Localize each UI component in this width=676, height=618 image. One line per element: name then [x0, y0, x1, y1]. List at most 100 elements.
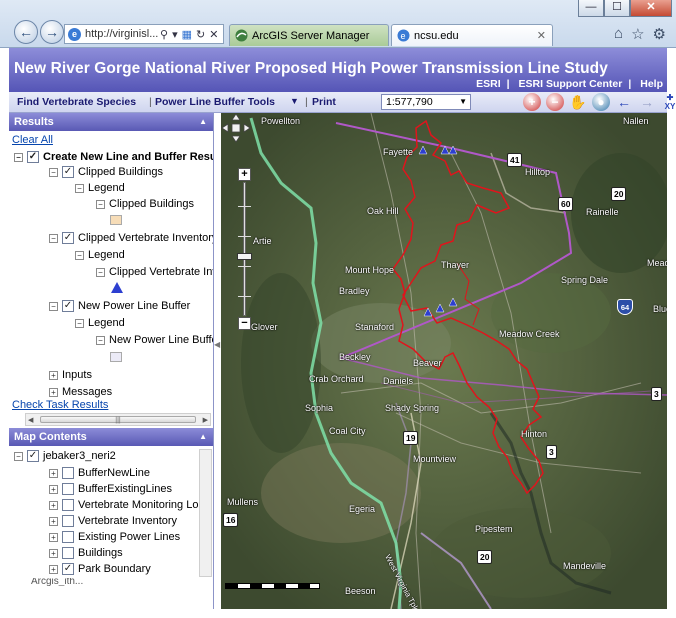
collapse-icon[interactable]: −	[75, 250, 84, 260]
next-extent-icon[interactable]: →	[638, 93, 656, 111]
legend-row[interactable]: − Legend	[75, 315, 125, 331]
collapse-icon[interactable]: −	[49, 167, 58, 177]
scroll-thumb[interactable]: |||	[40, 416, 196, 424]
layer-checkbox[interactable]	[62, 483, 74, 495]
expand-icon[interactable]: +	[49, 564, 58, 574]
clipped-buildings-checkbox[interactable]: ✓	[62, 166, 74, 178]
previous-extent-icon[interactable]: ←	[615, 93, 633, 111]
layer-checkbox[interactable]: ✓	[62, 563, 74, 575]
compat-view-icon[interactable]: ▦	[182, 28, 192, 41]
collapse-icon[interactable]: −	[96, 335, 105, 345]
expand-icon[interactable]: +	[49, 500, 58, 510]
zoom-thumb[interactable]	[237, 253, 252, 260]
forward-button[interactable]: →	[40, 20, 64, 44]
layer-row[interactable]: + Vertebrate Monitoring Loca	[49, 497, 210, 513]
find-vertebrate-menu[interactable]: Find Vertebrate Species	[17, 96, 136, 108]
zoom-in-icon[interactable]: +	[523, 93, 541, 111]
zoom-out-button[interactable]: −	[238, 317, 251, 330]
inputs-row[interactable]: + Inputs	[49, 367, 92, 383]
expand-icon[interactable]: +	[49, 516, 58, 526]
expand-icon[interactable]: +	[49, 468, 58, 478]
clipped-vertebrate-row[interactable]: − ✓ Clipped Vertebrate Inventory	[49, 230, 213, 246]
results-root-row[interactable]: − ✓ Create New Line and Buffer Resu	[14, 149, 213, 165]
collapse-icon[interactable]: −	[96, 267, 105, 277]
service-checkbox[interactable]: ✓	[27, 450, 39, 462]
map-contents-vertical-scrollbar[interactable]	[199, 449, 212, 577]
full-extent-icon[interactable]: ●	[592, 93, 610, 111]
check-task-results-link[interactable]: Check Task Results	[12, 399, 108, 411]
back-button[interactable]: ←	[14, 20, 38, 44]
maximize-button[interactable]: ☐	[604, 0, 630, 17]
legend-row[interactable]: − Legend	[75, 180, 125, 196]
service-row[interactable]: − ✓ jebaker3_neri2	[14, 448, 116, 464]
legend-row[interactable]: − Legend	[75, 247, 125, 263]
layer-label: Buildings	[78, 547, 123, 559]
map-contents-header[interactable]: Map Contents ▲	[9, 428, 213, 446]
chevron-down-icon[interactable]: ▼	[290, 96, 299, 106]
expand-icon[interactable]: +	[49, 387, 58, 397]
collapse-icon[interactable]: −	[14, 152, 23, 162]
xy-coordinates-icon[interactable]: ✚ XY	[661, 93, 676, 111]
new-buffer-row[interactable]: − ✓ New Power Line Buffer	[49, 298, 190, 314]
layer-row[interactable]: + Existing Power Lines	[49, 529, 180, 545]
layer-row[interactable]: + Vertebrate Inventory	[49, 513, 177, 529]
results-horizontal-scrollbar[interactable]: ◀ ||| ▶	[25, 413, 211, 426]
esri-support-link[interactable]: ESRI Support Center	[519, 78, 623, 90]
tab-ncsu[interactable]: e ncsu.edu ✕	[391, 24, 553, 46]
collapse-caret-icon[interactable]: ▲	[199, 113, 207, 131]
zoom-out-icon[interactable]: −	[546, 93, 564, 111]
home-icon[interactable]: ⌂	[614, 25, 623, 43]
clipped-vertebrate-label: Clipped Vertebrate Inventory	[78, 232, 213, 244]
zoom-slider[interactable]: + −	[237, 168, 252, 330]
search-icon[interactable]: ⚲	[160, 28, 168, 41]
help-link[interactable]: Help	[640, 78, 663, 90]
collapse-icon[interactable]: −	[49, 233, 58, 243]
collapse-icon[interactable]: −	[14, 451, 23, 461]
expand-icon[interactable]: +	[49, 370, 58, 380]
layer-row[interactable]: + BufferExistingLines	[49, 481, 172, 497]
scroll-right-icon[interactable]: ▶	[203, 416, 208, 424]
results-header[interactable]: Results ▲	[9, 113, 213, 131]
layer-checkbox[interactable]	[62, 531, 74, 543]
pan-hand-icon[interactable]: ✋	[569, 93, 587, 111]
collapse-panel-icon[interactable]: ◀	[214, 338, 221, 352]
layer-checkbox[interactable]	[62, 467, 74, 479]
clipped-vertebrate-checkbox[interactable]: ✓	[62, 232, 74, 244]
collapse-icon[interactable]: −	[49, 301, 58, 311]
refresh-icon[interactable]: ↻	[196, 28, 205, 41]
layer-row[interactable]: + ✓ Park Boundary	[49, 561, 151, 577]
map-view[interactable]: Powellton Fayette Hilltop Nallen Rainell…	[221, 113, 667, 609]
close-tab-icon[interactable]: ✕	[537, 29, 546, 42]
stop-icon[interactable]: ✕	[209, 28, 218, 41]
dropdown-icon[interactable]: ▾	[172, 28, 178, 41]
collapse-icon[interactable]: −	[96, 199, 105, 209]
buffer-tools-menu[interactable]: Power Line Buffer Tools	[155, 96, 275, 108]
scroll-left-icon[interactable]: ◀	[28, 416, 33, 424]
messages-row[interactable]: + Messages	[49, 384, 112, 400]
new-buffer-checkbox[interactable]: ✓	[62, 300, 74, 312]
gear-icon[interactable]: ⚙	[653, 25, 666, 43]
layer-row[interactable]: + Buildings	[49, 545, 123, 561]
favorites-star-icon[interactable]: ☆	[631, 25, 644, 43]
clipped-buildings-row[interactable]: − ✓ Clipped Buildings	[49, 164, 163, 180]
collapse-caret-icon[interactable]: ▲	[199, 428, 207, 446]
minimize-button[interactable]: —	[578, 0, 604, 17]
collapse-icon[interactable]: −	[75, 183, 84, 193]
results-root-checkbox[interactable]: ✓	[27, 151, 39, 163]
expand-icon[interactable]: +	[49, 532, 58, 542]
scale-select[interactable]: 1:577,790 ▼	[381, 94, 471, 110]
layer-checkbox[interactable]	[62, 499, 74, 511]
layer-checkbox[interactable]	[62, 515, 74, 527]
clear-all-link[interactable]: Clear All	[12, 134, 53, 146]
zoom-in-button[interactable]: +	[238, 168, 251, 181]
layer-row[interactable]: + BufferNewLine	[49, 465, 150, 481]
tab-arcgis-server-manager[interactable]: ArcGIS Server Manager	[229, 24, 389, 46]
print-button[interactable]: Print	[312, 96, 336, 108]
expand-icon[interactable]: +	[49, 548, 58, 558]
collapse-icon[interactable]: −	[75, 318, 84, 328]
layer-checkbox[interactable]	[62, 547, 74, 559]
expand-icon[interactable]: +	[49, 484, 58, 494]
close-window-button[interactable]: ✕	[630, 0, 672, 17]
esri-link[interactable]: ESRI	[476, 78, 501, 90]
pan-arrows-icon[interactable]	[221, 113, 251, 143]
